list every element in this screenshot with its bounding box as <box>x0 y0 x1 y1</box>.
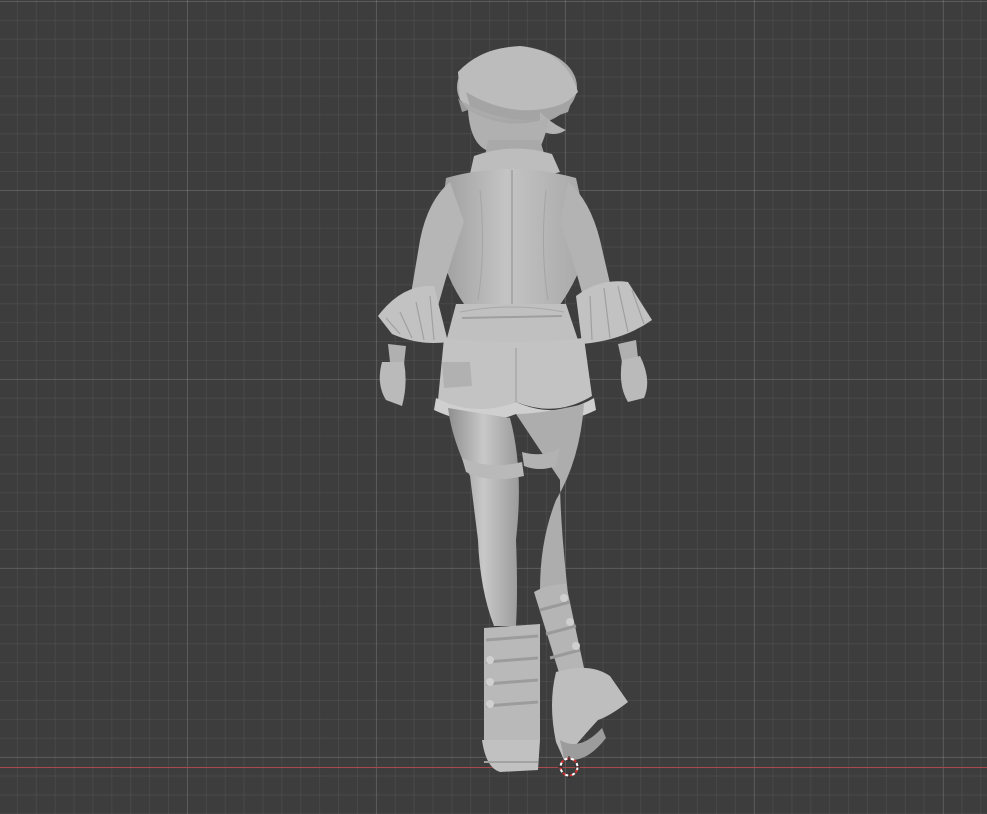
left-boot <box>482 624 540 772</box>
right-boot <box>534 584 628 760</box>
3d-viewport[interactable] <box>0 0 987 814</box>
figure-model-icon[interactable] <box>0 0 987 814</box>
3d-cursor-icon[interactable] <box>558 756 580 778</box>
